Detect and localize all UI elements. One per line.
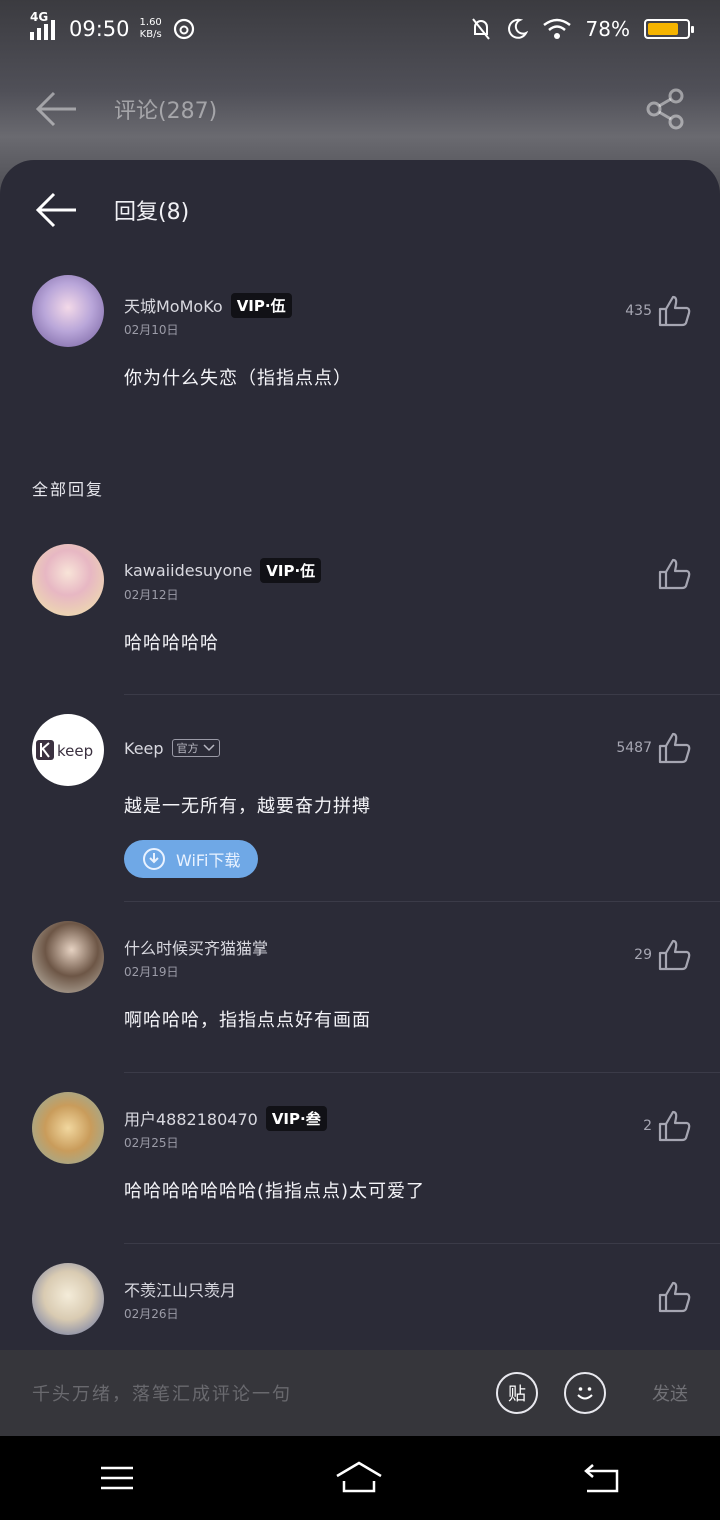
avatar[interactable] xyxy=(32,1092,104,1164)
thumbs-up-icon xyxy=(658,295,691,327)
comment-input[interactable]: 千头万绪，落笔汇成评论一句 xyxy=(32,1380,292,1406)
comment-date: 02月12日 xyxy=(124,588,179,602)
network-type: 4G xyxy=(30,10,49,24)
vip-badge: VIP·伍 xyxy=(260,557,322,583)
system-nav-bar xyxy=(0,1436,720,1520)
emoji-button[interactable] xyxy=(564,1372,606,1414)
signal-icon: 4G xyxy=(30,10,55,40)
reply-item: 什么时候买齐猫猫掌 02月19日 29 啊哈哈哈，指指点点好有画面 xyxy=(0,921,720,1032)
username[interactable]: 不羡江山只羡月 xyxy=(124,1277,236,1301)
netease-music-icon xyxy=(173,18,194,40)
divider xyxy=(124,694,720,695)
official-badge[interactable]: 官方 xyxy=(171,739,220,757)
smiley-icon xyxy=(577,1387,593,1400)
download-icon xyxy=(143,848,165,870)
avatar[interactable] xyxy=(32,1263,104,1335)
username[interactable]: kawaiidesuyone xyxy=(124,561,252,580)
vip-badge: VIP·叁 xyxy=(265,1105,327,1131)
comment-date: 02月26日 xyxy=(124,1307,179,1321)
wifi-download-button[interactable]: WiFi下载 xyxy=(124,840,259,878)
comment-date: 02月25日 xyxy=(124,1136,179,1150)
like-count: 435 xyxy=(625,303,652,319)
username[interactable]: 什么时候买齐猫猫掌 xyxy=(124,935,268,959)
sticker-label: 贴 xyxy=(508,1384,526,1405)
like-button[interactable] xyxy=(658,558,692,590)
status-bar: 4G 09:50 1.60 KB/s 78% xyxy=(0,0,720,58)
vip-badge: VIP·伍 xyxy=(230,292,292,318)
reply-item: kawaiidesuyone VIP·伍 02月12日 哈哈哈哈哈 xyxy=(0,544,720,655)
reply-item: 用户4882180470 VIP·叁 02月25日 2 哈哈哈哈哈哈哈(指指点点… xyxy=(0,1092,720,1203)
mute-bell-icon xyxy=(471,18,490,40)
back-arrow-icon[interactable] xyxy=(34,192,78,228)
dnd-moon-icon xyxy=(507,18,528,39)
avatar[interactable] xyxy=(32,275,104,347)
menu-icon[interactable] xyxy=(99,1464,135,1492)
thumbs-up-icon xyxy=(658,1281,691,1313)
ad-name[interactable]: Keep xyxy=(124,739,164,758)
avatar[interactable] xyxy=(32,544,104,616)
like-button[interactable]: 435 xyxy=(625,295,692,327)
send-button[interactable]: 发送 xyxy=(652,1380,688,1406)
battery-icon xyxy=(644,19,694,39)
comment-date: 02月19日 xyxy=(124,965,179,979)
back-arrow-icon[interactable] xyxy=(34,91,78,127)
wifi-download-label: WiFi下载 xyxy=(176,851,241,870)
reply-item: 不羡江山只羡月 02月26日 xyxy=(0,1263,720,1335)
divider xyxy=(124,1243,720,1244)
thumbs-up-icon xyxy=(658,939,691,971)
comment-text: 啊哈哈哈，指指点点好有画面 xyxy=(124,1010,371,1031)
like-button[interactable]: 29 xyxy=(634,939,692,971)
like-button[interactable]: 5487 xyxy=(616,732,692,764)
status-time: 09:50 xyxy=(69,17,130,41)
username[interactable]: 用户4882180470 xyxy=(124,1106,258,1130)
share-icon[interactable] xyxy=(644,88,686,130)
comments-header: 评论(287) xyxy=(0,72,720,146)
thumbs-up-icon xyxy=(658,1110,691,1142)
sticker-button[interactable]: 贴 xyxy=(496,1372,538,1414)
comment-text: 哈哈哈哈哈哈哈(指指点点)太可爱了 xyxy=(124,1181,426,1202)
thumbs-up-icon xyxy=(658,732,691,764)
all-replies-label: 全部回复 xyxy=(32,480,105,499)
divider xyxy=(124,1072,720,1073)
divider xyxy=(124,901,720,902)
ad-item: keep Keep 官方 5487 越是一无所有，越要奋力拼搏 WiFi下载 xyxy=(0,714,720,878)
network-speed: 1.60 KB/s xyxy=(139,17,162,40)
replies-title: 回复(8) xyxy=(114,200,190,225)
like-button[interactable]: 2 xyxy=(643,1110,692,1142)
comments-title: 评论(287) xyxy=(114,99,218,124)
comment-text: 你为什么失恋（指指点点） xyxy=(124,368,352,389)
ad-text: 越是一无所有，越要奋力拼搏 xyxy=(124,796,371,817)
sheet-header: 回复(8) xyxy=(0,160,720,260)
home-icon[interactable] xyxy=(334,1461,384,1495)
chevron-down-icon xyxy=(203,744,215,752)
back-icon[interactable] xyxy=(583,1463,621,1493)
keep-logo[interactable]: keep xyxy=(32,714,104,786)
thumbs-up-icon xyxy=(658,558,691,590)
keep-logo-icon: keep xyxy=(36,740,93,760)
main-comment: 天城MoMoKo VIP·伍 02月10日 435 你为什么失恋（指指点点） xyxy=(0,275,720,390)
svg-text:keep: keep xyxy=(57,742,93,760)
wifi-icon xyxy=(542,18,571,39)
comment-input-bar: 千头万绪，落笔汇成评论一句 贴 发送 xyxy=(0,1350,720,1436)
like-count: 2 xyxy=(643,1118,652,1134)
comment-text: 哈哈哈哈哈 xyxy=(124,633,219,654)
like-count: 29 xyxy=(634,947,652,963)
battery-percent: 78% xyxy=(585,17,630,41)
like-count: 5487 xyxy=(616,740,652,756)
avatar[interactable] xyxy=(32,921,104,993)
username[interactable]: 天城MoMoKo xyxy=(124,293,223,317)
like-button[interactable] xyxy=(658,1281,692,1313)
reply-sheet: 回复(8) 天城MoMoKo VIP·伍 02月10日 435 你为什么失恋（指… xyxy=(0,160,720,1350)
